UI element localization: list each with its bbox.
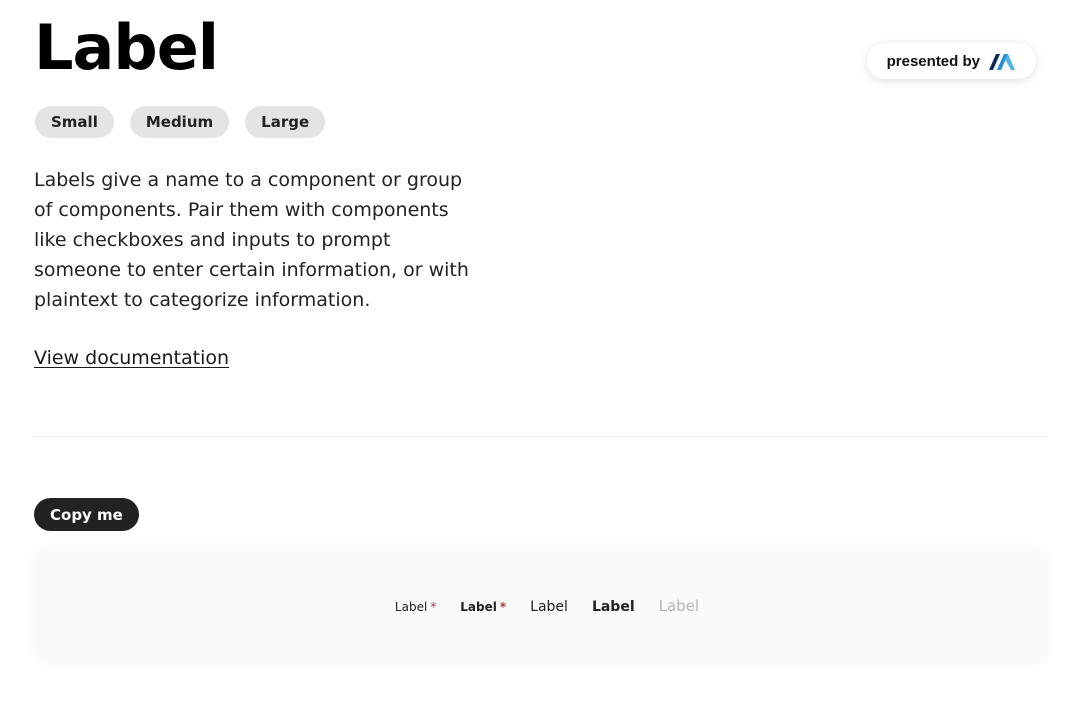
label-demo-row: Label * Label * Label Label Label [395, 597, 699, 615]
label-text: Label [460, 600, 497, 614]
view-documentation-link[interactable]: View documentation [34, 347, 229, 369]
required-asterisk: * [430, 600, 437, 614]
size-tag-small[interactable]: Small [35, 106, 114, 138]
page-title: Label [34, 11, 219, 84]
label-demo-panel: Label * Label * Label Label Label [34, 548, 1048, 664]
divider [32, 436, 1048, 437]
size-tag-large[interactable]: Large [245, 106, 326, 138]
label-example-disabled: Label [658, 597, 700, 615]
description: Labels give a name to a component or gro… [34, 169, 469, 311]
label-example-small-required: Label * [395, 600, 436, 614]
size-tags: Small Medium Large [35, 106, 326, 138]
required-asterisk: * [499, 600, 507, 614]
label-text: Label [394, 600, 428, 614]
label-example-medium: Label [530, 599, 568, 615]
presented-by-badge[interactable]: presented by [866, 43, 1036, 79]
size-tag-medium[interactable]: Medium [129, 106, 230, 138]
presented-by-label: presented by [886, 52, 980, 70]
copy-me-button[interactable]: Copy me [34, 498, 139, 531]
label-example-medium-strong: Label [591, 599, 635, 615]
label-example-small-strong-required: Label * [460, 600, 506, 614]
brand-logo-icon [988, 51, 1016, 71]
